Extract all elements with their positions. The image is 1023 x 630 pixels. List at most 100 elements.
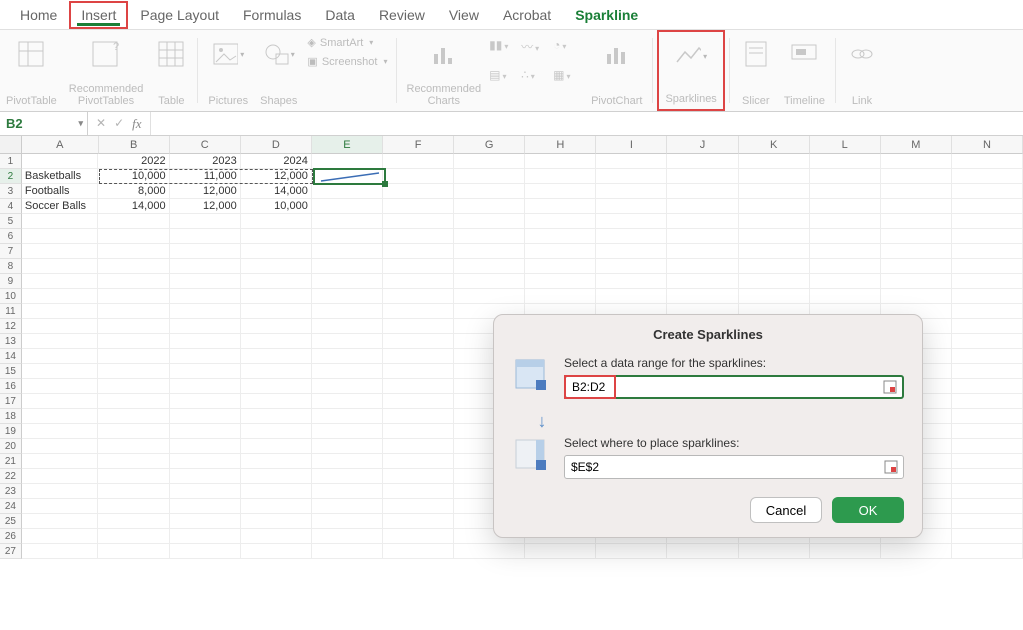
- cell-B19[interactable]: [98, 424, 169, 439]
- row-header-21[interactable]: 21: [0, 454, 22, 469]
- cell-F6[interactable]: [383, 229, 454, 244]
- cell-N17[interactable]: [952, 394, 1023, 409]
- cell-H27[interactable]: [525, 544, 596, 559]
- cell-N16[interactable]: [952, 379, 1023, 394]
- cell-E23[interactable]: [312, 484, 383, 499]
- cell-E7[interactable]: [312, 244, 383, 259]
- range-picker-icon[interactable]: [882, 379, 898, 395]
- row-header-18[interactable]: 18: [0, 409, 22, 424]
- formula-input[interactable]: [150, 112, 1023, 135]
- tab-insert[interactable]: Insert: [69, 1, 128, 29]
- cell-L8[interactable]: [810, 259, 881, 274]
- cell-B22[interactable]: [98, 469, 169, 484]
- cell-G7[interactable]: [454, 244, 525, 259]
- cancel-button[interactable]: Cancel: [750, 497, 822, 523]
- row-header-11[interactable]: 11: [0, 304, 22, 319]
- cell-G8[interactable]: [454, 259, 525, 274]
- cell-C24[interactable]: [170, 499, 241, 514]
- cell-K2[interactable]: [739, 169, 810, 184]
- cell-C3[interactable]: 12,000: [170, 184, 241, 199]
- cell-F20[interactable]: [383, 439, 454, 454]
- cell-E16[interactable]: [312, 379, 383, 394]
- cell-B17[interactable]: [98, 394, 169, 409]
- cell-A9[interactable]: [22, 274, 99, 289]
- cell-L5[interactable]: [810, 214, 881, 229]
- cell-J2[interactable]: [667, 169, 738, 184]
- cell-B1[interactable]: 2022: [98, 154, 169, 169]
- cell-D27[interactable]: [241, 544, 312, 559]
- cell-B7[interactable]: [98, 244, 169, 259]
- cell-M9[interactable]: [881, 274, 952, 289]
- cell-J1[interactable]: [667, 154, 738, 169]
- cell-F9[interactable]: [383, 274, 454, 289]
- row-header-8[interactable]: 8: [0, 259, 22, 274]
- tab-view[interactable]: View: [437, 1, 491, 29]
- col-header-K[interactable]: K: [739, 136, 810, 154]
- cell-F25[interactable]: [383, 514, 454, 529]
- slicer-button[interactable]: Slicer: [734, 30, 778, 111]
- cell-E13[interactable]: [312, 334, 383, 349]
- screenshot-button[interactable]: ▣Screenshot▾: [307, 55, 387, 68]
- cell-B10[interactable]: [98, 289, 169, 304]
- col-header-I[interactable]: I: [596, 136, 667, 154]
- cell-C19[interactable]: [170, 424, 241, 439]
- cell-F26[interactable]: [383, 529, 454, 544]
- col-header-F[interactable]: F: [383, 136, 454, 154]
- cell-L10[interactable]: [810, 289, 881, 304]
- cell-H1[interactable]: [525, 154, 596, 169]
- cell-D5[interactable]: [241, 214, 312, 229]
- cell-F17[interactable]: [383, 394, 454, 409]
- cell-K1[interactable]: [739, 154, 810, 169]
- cell-L3[interactable]: [810, 184, 881, 199]
- tab-formulas[interactable]: Formulas: [231, 1, 313, 29]
- cell-C14[interactable]: [170, 349, 241, 364]
- cell-E22[interactable]: [312, 469, 383, 484]
- cell-A4[interactable]: Soccer Balls: [22, 199, 99, 214]
- cell-N5[interactable]: [952, 214, 1023, 229]
- cell-N8[interactable]: [952, 259, 1023, 274]
- cell-C27[interactable]: [170, 544, 241, 559]
- row-header-1[interactable]: 1: [0, 154, 22, 169]
- cell-C12[interactable]: [170, 319, 241, 334]
- cell-E19[interactable]: [312, 424, 383, 439]
- cell-M8[interactable]: [881, 259, 952, 274]
- cell-B5[interactable]: [98, 214, 169, 229]
- cell-F8[interactable]: [383, 259, 454, 274]
- cell-E21[interactable]: [312, 454, 383, 469]
- cell-D13[interactable]: [241, 334, 312, 349]
- cell-F4[interactable]: [383, 199, 454, 214]
- cell-G4[interactable]: [454, 199, 525, 214]
- name-box[interactable]: B2 ▾: [0, 112, 88, 135]
- cell-C10[interactable]: [170, 289, 241, 304]
- cell-B11[interactable]: [98, 304, 169, 319]
- col-header-G[interactable]: G: [454, 136, 525, 154]
- cell-C21[interactable]: [170, 454, 241, 469]
- other-chart-icon[interactable]: ▦▾: [553, 68, 583, 96]
- cell-J9[interactable]: [667, 274, 738, 289]
- cell-N11[interactable]: [952, 304, 1023, 319]
- cell-M6[interactable]: [881, 229, 952, 244]
- cell-H2[interactable]: [525, 169, 596, 184]
- cell-M3[interactable]: [881, 184, 952, 199]
- cell-C9[interactable]: [170, 274, 241, 289]
- cell-M5[interactable]: [881, 214, 952, 229]
- cell-N19[interactable]: [952, 424, 1023, 439]
- cell-D16[interactable]: [241, 379, 312, 394]
- cell-G2[interactable]: [454, 169, 525, 184]
- cell-I1[interactable]: [596, 154, 667, 169]
- cell-D20[interactable]: [241, 439, 312, 454]
- cell-G5[interactable]: [454, 214, 525, 229]
- cell-G6[interactable]: [454, 229, 525, 244]
- cell-A6[interactable]: [22, 229, 99, 244]
- select-all-corner[interactable]: [0, 136, 22, 154]
- cell-C5[interactable]: [170, 214, 241, 229]
- cell-N23[interactable]: [952, 484, 1023, 499]
- cell-N10[interactable]: [952, 289, 1023, 304]
- col-header-J[interactable]: J: [667, 136, 738, 154]
- cell-E8[interactable]: [312, 259, 383, 274]
- row-header-6[interactable]: 6: [0, 229, 22, 244]
- cell-B14[interactable]: [98, 349, 169, 364]
- cell-H4[interactable]: [525, 199, 596, 214]
- cell-A26[interactable]: [22, 529, 99, 544]
- cell-E1[interactable]: [312, 154, 383, 169]
